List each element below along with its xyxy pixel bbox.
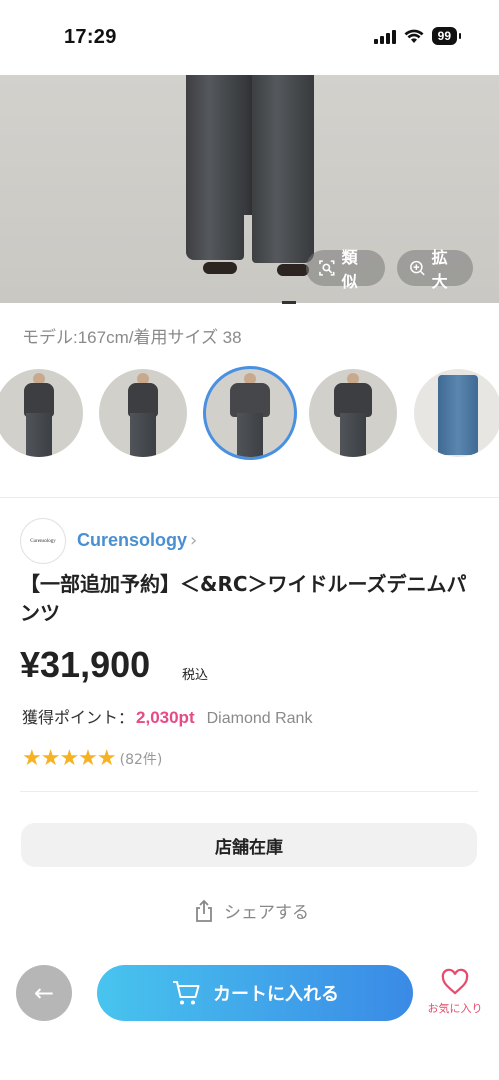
section-divider (0, 497, 499, 498)
similar-search-icon (319, 260, 335, 276)
share-button[interactable]: シェアする (192, 898, 309, 923)
thumbnail-image-selected[interactable] (203, 366, 297, 460)
similar-search-button[interactable]: 類似 (306, 248, 385, 291)
chevron-right-icon[interactable]: › (190, 530, 197, 551)
model-size-note: モデル:167cm/着用サイズ 38 (22, 328, 242, 347)
status-time: 17:29 (64, 26, 117, 48)
shop-name-link[interactable]: Curensology (77, 530, 187, 551)
image-jeans-left-leg (186, 75, 244, 260)
points-value: 2,030pt (136, 708, 195, 727)
image-page-indicator (282, 301, 296, 304)
points-row: 獲得ポイント： 2,030pt Diamond Rank (22, 704, 312, 728)
similar-search-label: 類似 (341, 248, 358, 291)
status-bar: 17:29 99 (0, 0, 499, 75)
section-divider (20, 791, 478, 792)
image-jeans-right-leg (252, 75, 314, 263)
thumbnail-carousel[interactable] (0, 366, 499, 461)
share-icon (196, 899, 212, 922)
zoom-label: 拡大 (431, 248, 448, 291)
share-label: シェアする (224, 903, 309, 923)
image-shoe (277, 264, 309, 276)
favorite-button[interactable]: お気に入り (420, 968, 490, 1016)
battery-indicator: 99 (431, 27, 462, 45)
back-arrow-icon: ← (33, 979, 55, 1007)
cart-icon (173, 981, 200, 1005)
zoom-button[interactable]: 拡大 (397, 248, 473, 291)
add-to-cart-label: カートに入れる (213, 984, 339, 1005)
review-count[interactable]: (82件) (120, 749, 163, 769)
product-main-image[interactable]: 類似 拡大 (0, 75, 499, 303)
zoom-icon (410, 260, 425, 276)
thumbnail-image[interactable] (0, 369, 83, 457)
shop-logo[interactable]: Curensology (20, 518, 66, 564)
product-title: 【一部追加予約】＜&RC＞ワイドルーズデニムパンツ (20, 572, 467, 625)
heart-icon (441, 968, 469, 995)
thumbnail-image[interactable] (309, 369, 397, 457)
points-label: 獲得ポイント： (22, 708, 135, 727)
member-rank: Diamond Rank (206, 710, 313, 727)
tax-included-label: 税込 (182, 668, 209, 683)
star-rating-icon: ★★★★★ (22, 746, 117, 771)
wifi-icon (404, 29, 424, 43)
signal-icon (373, 29, 396, 44)
thumbnail-image[interactable] (99, 369, 187, 457)
add-to-cart-button[interactable]: カートに入れる (97, 965, 413, 1021)
thumbnail-image[interactable] (414, 369, 499, 457)
back-button[interactable]: ← (16, 965, 72, 1021)
store-stock-button[interactable]: 店舗在庫 (21, 823, 477, 867)
image-shoe (203, 262, 237, 274)
product-price: ¥31,900 (20, 644, 151, 685)
status-icons: 99 (373, 27, 462, 45)
rating-row[interactable]: ★★★★★ (82件) (22, 746, 162, 771)
favorite-label: お気に入り (427, 1002, 483, 1015)
